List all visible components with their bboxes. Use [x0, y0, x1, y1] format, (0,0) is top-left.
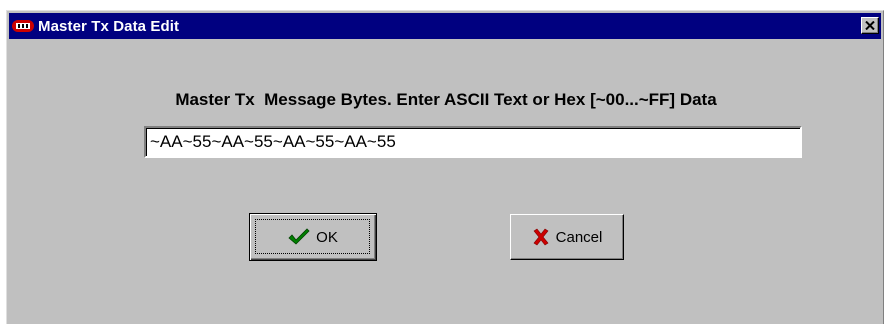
- title-bar[interactable]: Master Tx Data Edit: [9, 13, 881, 39]
- prompt-label: Master Tx Message Bytes. Enter ASCII Tex…: [175, 90, 717, 109]
- dialog-window: Master Tx Data Edit Master Tx Message By…: [6, 10, 884, 324]
- tx-data-input[interactable]: [144, 126, 802, 158]
- cancel-button[interactable]: Cancel: [510, 214, 624, 260]
- close-button[interactable]: [861, 17, 879, 34]
- window-title: Master Tx Data Edit: [38, 17, 180, 35]
- close-icon: [865, 21, 875, 30]
- ok-button[interactable]: OK: [249, 213, 377, 261]
- focus-ring: [255, 219, 370, 254]
- app-logo-icon: [12, 19, 34, 33]
- cancel-label: Cancel: [555, 228, 603, 246]
- red-x-icon: [532, 228, 550, 246]
